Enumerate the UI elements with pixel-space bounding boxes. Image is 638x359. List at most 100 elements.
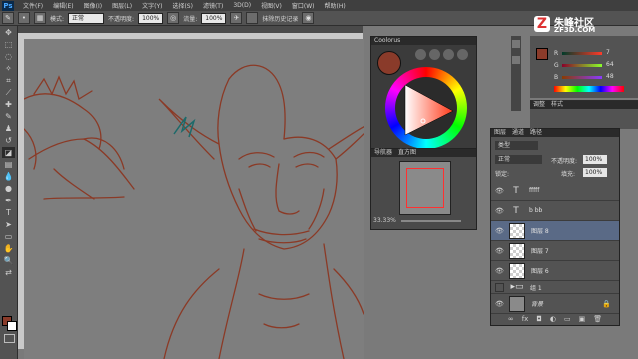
- pressure-size-icon[interactable]: ◉: [302, 12, 315, 24]
- mode-select[interactable]: 正常: [68, 12, 105, 24]
- navigator-zoom-slider[interactable]: [401, 220, 461, 222]
- add-mask-icon[interactable]: ◘: [536, 315, 542, 325]
- menu-help[interactable]: 帮助(H): [320, 1, 351, 10]
- tab-channels[interactable]: 通道: [512, 129, 524, 137]
- g-slider[interactable]: [562, 64, 602, 67]
- current-color-swatch[interactable]: [377, 51, 401, 75]
- r-value[interactable]: 7: [606, 49, 610, 56]
- marquee-tool-icon[interactable]: ⬚: [2, 39, 15, 50]
- navigator-view-box[interactable]: [406, 168, 444, 208]
- tab-navigator[interactable]: 导航器: [374, 149, 392, 157]
- mode-button-1-icon[interactable]: [415, 49, 426, 60]
- path-select-tool-icon[interactable]: ➤: [2, 219, 15, 230]
- mode-button-4-icon[interactable]: [457, 49, 468, 60]
- eyedropper-tool-icon[interactable]: ⟋: [2, 87, 15, 98]
- crop-tool-icon[interactable]: ⌗: [2, 75, 15, 86]
- layers-footer: ∞ fx ◘ ◐ ▭ ▣ 🗑: [491, 315, 619, 325]
- menu-edit[interactable]: 编辑(E): [48, 1, 78, 10]
- mode-button-2-icon[interactable]: [429, 49, 440, 60]
- layer-opacity-field[interactable]: 100%: [583, 155, 607, 164]
- layer-row-selected[interactable]: 👁 图层 8: [491, 221, 619, 241]
- visibility-eye-icon[interactable]: 👁: [495, 247, 504, 255]
- new-group-icon[interactable]: ▭: [564, 315, 571, 325]
- navigator-zoom[interactable]: 33.33%: [373, 217, 396, 224]
- panel-toggle-icon[interactable]: [512, 40, 520, 48]
- pressure-opacity-icon[interactable]: ◎: [167, 12, 180, 24]
- eraser-tool-icon[interactable]: ◪: [2, 147, 15, 158]
- menu-filter[interactable]: 滤镜(T): [198, 1, 228, 10]
- move-tool-icon[interactable]: ✥: [2, 27, 15, 38]
- menu-3d[interactable]: 3D(D): [228, 2, 256, 9]
- b-slider[interactable]: [562, 76, 602, 79]
- healing-tool-icon[interactable]: ✚: [2, 99, 15, 110]
- b-value[interactable]: 48: [606, 73, 614, 80]
- color-triangle[interactable]: [397, 81, 457, 137]
- history-checkbox[interactable]: [246, 12, 259, 24]
- background-color-swatch[interactable]: [7, 321, 17, 331]
- navigator-thumbnail[interactable]: [399, 161, 451, 215]
- layer-group-row[interactable]: ▸▭ 组 1: [491, 281, 619, 294]
- dodge-tool-icon[interactable]: ●: [2, 183, 15, 194]
- gradient-tool-icon[interactable]: ▤: [2, 159, 15, 170]
- g-value[interactable]: 64: [606, 61, 614, 68]
- tab-paths[interactable]: 路径: [530, 129, 542, 137]
- visibility-empty-box[interactable]: [495, 282, 504, 292]
- tab-styles[interactable]: 样式: [551, 101, 563, 109]
- lasso-tool-icon[interactable]: ◌: [2, 51, 15, 62]
- layer-row-background[interactable]: 👁 背景 🔒: [491, 294, 619, 314]
- mode-button-3-icon[interactable]: [443, 49, 454, 60]
- pen-tool-icon[interactable]: ✒: [2, 195, 15, 206]
- opacity-field[interactable]: 100%: [138, 12, 164, 24]
- brush-tool-icon[interactable]: ✎: [2, 111, 15, 122]
- menu-image[interactable]: 图像(I): [79, 1, 107, 10]
- history-brush-tool-icon[interactable]: ↺: [2, 135, 15, 146]
- quick-select-tool-icon[interactable]: ✧: [2, 63, 15, 74]
- stamp-tool-icon[interactable]: ♟: [2, 123, 15, 134]
- menu-select[interactable]: 选择(S): [167, 1, 198, 10]
- type-tool-icon[interactable]: T: [2, 207, 15, 218]
- swap-colors-icon[interactable]: ⇄: [2, 267, 15, 278]
- layer-row[interactable]: 👁 图层 7: [491, 241, 619, 261]
- new-layer-icon[interactable]: ▣: [579, 315, 586, 325]
- shape-tool-icon[interactable]: ▭: [2, 231, 15, 242]
- tab-adjustments[interactable]: 调整: [533, 101, 545, 109]
- menu-view[interactable]: 视图(V): [256, 1, 287, 10]
- tab-histogram[interactable]: 直方图: [398, 149, 416, 157]
- visibility-eye-icon[interactable]: 👁: [495, 207, 504, 215]
- menu-window[interactable]: 窗口(W): [287, 1, 320, 10]
- blur-tool-icon[interactable]: 💧: [2, 171, 15, 182]
- hand-tool-icon[interactable]: ✋: [2, 243, 15, 254]
- eraser-preset-icon[interactable]: ✎: [2, 12, 14, 24]
- fill-field[interactable]: 100%: [583, 168, 607, 177]
- visibility-eye-icon[interactable]: 👁: [495, 300, 504, 308]
- visibility-eye-icon[interactable]: 👁: [495, 227, 504, 235]
- document-canvas[interactable]: [24, 39, 364, 359]
- visibility-eye-icon[interactable]: 👁: [495, 267, 504, 275]
- color-spectrum-bar[interactable]: [554, 86, 624, 92]
- tab-coolorus[interactable]: Coolorus: [374, 37, 400, 45]
- panel-collapse-icon[interactable]: [512, 56, 520, 64]
- layer-style-icon[interactable]: fx: [522, 315, 529, 325]
- layer-filter-select[interactable]: 类型: [495, 141, 538, 150]
- fg-color-chip[interactable]: [536, 48, 548, 60]
- blend-mode-select[interactable]: 正常: [495, 155, 542, 164]
- tab-layers[interactable]: 图层: [494, 129, 506, 137]
- brush-size-icon[interactable]: •: [18, 12, 30, 24]
- menu-file[interactable]: 文件(F): [18, 1, 48, 10]
- zoom-tool-icon[interactable]: 🔍: [2, 255, 15, 266]
- layer-row[interactable]: 👁 T fffff: [491, 181, 619, 201]
- brush-panel-icon[interactable]: ▦: [34, 12, 46, 24]
- link-layers-icon[interactable]: ∞: [508, 315, 514, 325]
- layer-row[interactable]: 👁 T b bb: [491, 201, 619, 221]
- visibility-eye-icon[interactable]: 👁: [495, 187, 504, 195]
- color-wheel[interactable]: [385, 67, 467, 149]
- delete-layer-icon[interactable]: 🗑: [593, 315, 602, 325]
- adjustment-layer-icon[interactable]: ◐: [550, 315, 556, 325]
- airbrush-icon[interactable]: ✈: [230, 12, 243, 24]
- layer-row[interactable]: 👁 图层 6: [491, 261, 619, 281]
- r-slider[interactable]: [562, 52, 602, 55]
- flow-field[interactable]: 100%: [201, 12, 227, 24]
- menu-type[interactable]: 文字(Y): [137, 1, 167, 10]
- quick-mask-icon[interactable]: [4, 334, 15, 343]
- menu-layer[interactable]: 图层(L): [107, 1, 137, 10]
